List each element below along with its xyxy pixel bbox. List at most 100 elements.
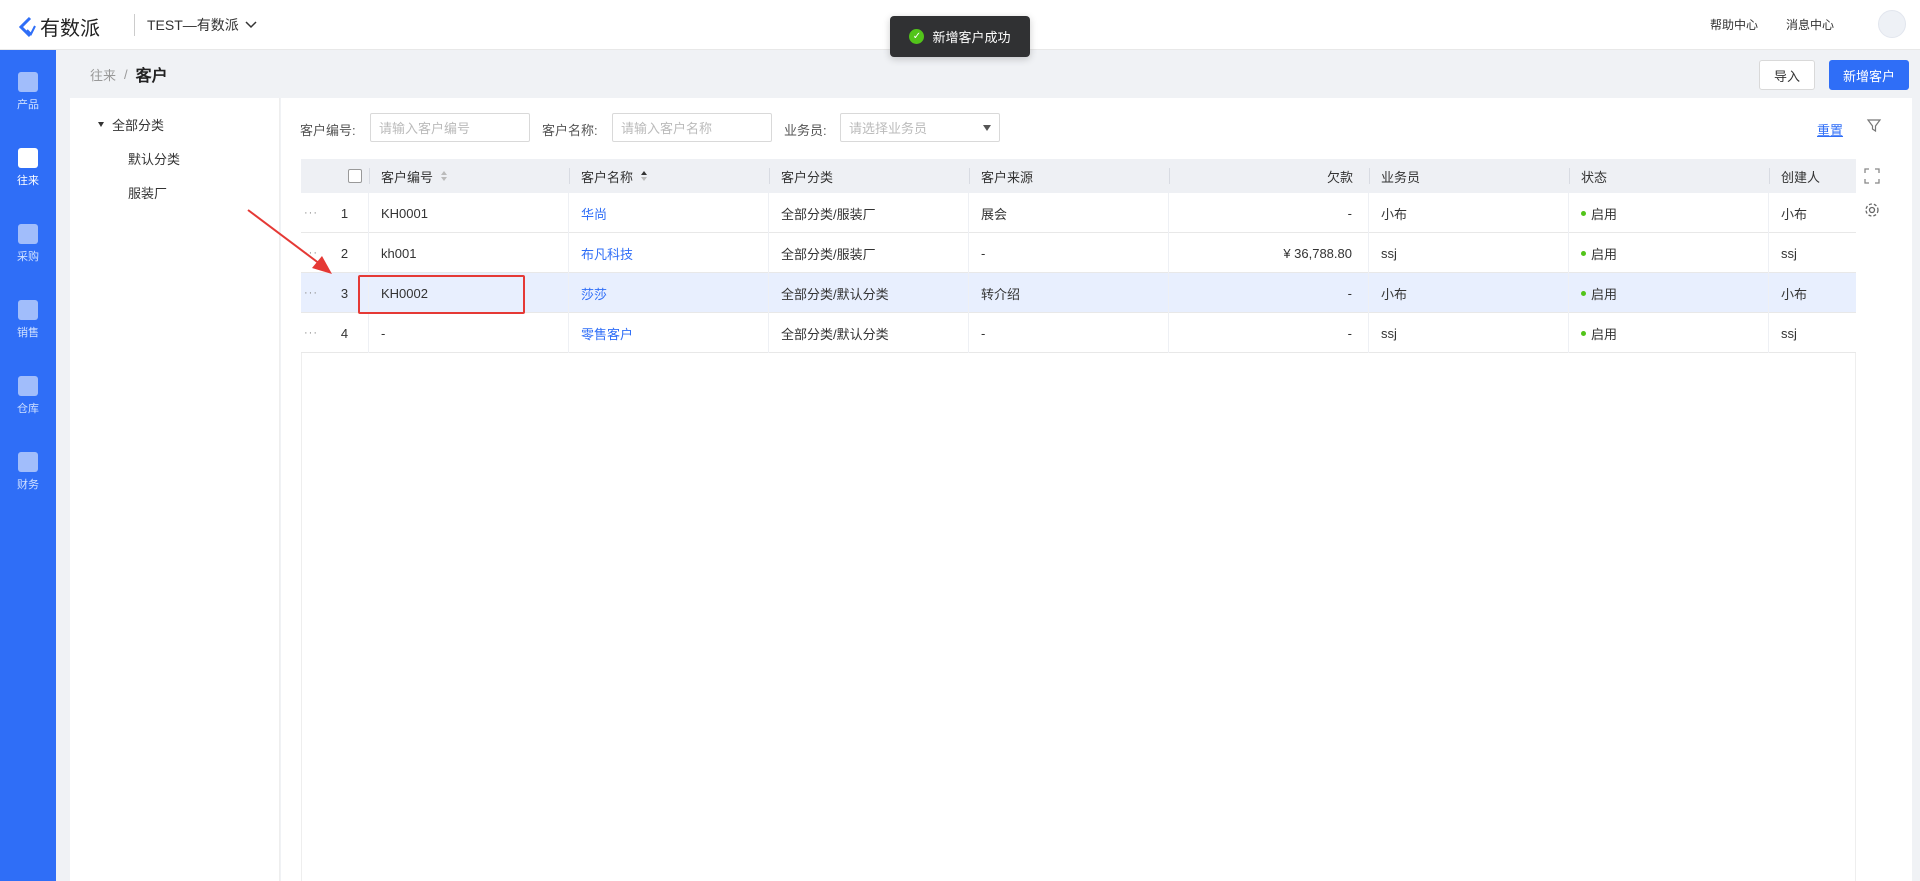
customer-code-input[interactable]: 请输入客户编号 <box>370 113 530 142</box>
table-row-selected[interactable]: ··· 3 KH0002 莎莎 全部分类/默认分类 转介绍 - 小布 启用 小布 <box>301 273 1856 313</box>
cell-category: 全部分类/默认分类 <box>769 313 969 353</box>
sidebar-item-contacts[interactable]: 往来 <box>0 138 56 198</box>
tree-node-default[interactable]: 默认分类 <box>128 149 180 168</box>
header-customer-name[interactable]: 客户名称 <box>569 159 769 193</box>
cell-creator: 小布 <box>1781 206 1808 222</box>
customer-name-link[interactable]: 零售客户 <box>569 313 769 353</box>
product-icon <box>18 72 38 92</box>
row-more-icon[interactable]: ··· <box>301 313 321 353</box>
status-dot <box>1581 210 1586 216</box>
cell-debt: - <box>1169 273 1369 313</box>
customer-name-link[interactable]: 华尚 <box>569 193 769 233</box>
page-title: 客户 <box>135 68 168 85</box>
tree-node-label: 全部分类 <box>112 118 165 133</box>
table-row[interactable]: ··· 1 KH0001 华尚 全部分类/服装厂 展会 - 小布 启用 小布 <box>301 193 1856 233</box>
app-logo[interactable]: 有数派 <box>18 12 100 41</box>
header-label: 客户编号 <box>381 169 434 185</box>
tree-node-all[interactable]: 全部分类 <box>98 115 164 134</box>
select-all-checkbox[interactable] <box>348 169 362 183</box>
select-all-checkbox-cell <box>341 159 369 193</box>
filter-settings-icon[interactable] <box>1866 118 1882 134</box>
header-debt: 欠款 <box>1169 159 1369 193</box>
code-filter-label: 客户编号: <box>300 123 356 138</box>
sidebar-item-label: 产品 <box>17 99 39 111</box>
sidebar-item-warehouse[interactable]: 仓库 <box>0 366 56 426</box>
sidebar-item-product[interactable]: 产品 <box>0 62 56 122</box>
sidebar-item-label: 财务 <box>17 479 39 491</box>
cell-status: 启用 <box>1569 273 1769 313</box>
cell-category: 全部分类/服装厂 <box>769 193 969 233</box>
header-label: 客户分类 <box>781 169 834 185</box>
finance-icon <box>18 452 38 472</box>
header-customer-code[interactable]: 客户编号 <box>369 159 569 193</box>
tenant-switcher[interactable]: TEST—有数派 <box>134 14 257 36</box>
cell-status: 启用 <box>1569 313 1769 353</box>
success-toast: ✓ 新增客户成功 <box>890 16 1030 57</box>
sidebar-item-finance[interactable]: 财务 <box>0 442 56 502</box>
status-badge: 启用 <box>1591 286 1618 302</box>
table-row[interactable]: ··· 4 - 零售客户 全部分类/默认分类 - - ssj 启用 ssj <box>301 313 1856 353</box>
header-label: 客户来源 <box>981 169 1034 185</box>
cell-status: 启用 <box>1569 233 1769 273</box>
cell-source: - <box>969 233 1169 273</box>
avatar[interactable] <box>1878 10 1906 38</box>
status-badge: 启用 <box>1591 246 1618 262</box>
sidebar-item-label: 仓库 <box>17 403 39 415</box>
name-filter-label: 客户名称: <box>542 123 598 138</box>
cell-source: - <box>969 313 1169 353</box>
tree-node-label: 服装厂 <box>128 186 168 201</box>
header-customer-category: 客户分类 <box>769 159 969 193</box>
salesman-select[interactable]: 请选择业务员 <box>840 113 1000 142</box>
tenant-name: TEST—有数派 <box>147 17 239 33</box>
sidebar-item-sales[interactable]: 销售 <box>0 290 56 350</box>
tree-node-label: 默认分类 <box>128 152 181 167</box>
sidebar-item-purchase[interactable]: 采购 <box>0 214 56 274</box>
status-dot <box>1581 290 1586 296</box>
import-button[interactable]: 导入 <box>1759 60 1815 90</box>
purchase-icon <box>18 224 38 244</box>
cell-salesman: ssj <box>1369 233 1569 273</box>
salesman-filter-label: 业务员: <box>784 123 827 138</box>
breadcrumb-separator: / <box>124 66 128 82</box>
table-row[interactable]: ··· 2 kh001 布凡科技 全部分类/服装厂 - ¥ 36,788.80 … <box>301 233 1856 273</box>
salesman-select-placeholder: 请选择业务员 <box>849 121 928 136</box>
cell-customer-code: kh001 <box>369 233 569 273</box>
status-badge: 启用 <box>1591 206 1618 222</box>
cell-category: 全部分类/服装厂 <box>769 233 969 273</box>
cell-source: 展会 <box>969 193 1169 233</box>
fullscreen-icon[interactable] <box>1864 168 1880 184</box>
cell-status: 启用 <box>1569 193 1769 233</box>
customer-name-link[interactable]: 布凡科技 <box>569 233 769 273</box>
cell-salesman: ssj <box>1369 313 1569 353</box>
table-empty-area <box>301 353 1856 881</box>
reset-link[interactable]: 重置 <box>1817 120 1843 139</box>
annotation-arrow-icon <box>247 209 332 274</box>
breadcrumb-parent[interactable]: 往来 <box>90 65 116 84</box>
sidebar-item-label: 采购 <box>17 251 39 263</box>
header-customer-source: 客户来源 <box>969 159 1169 193</box>
breadcrumb: 往来 / 客户 <box>90 62 168 86</box>
status-badge: 启用 <box>1591 326 1618 342</box>
header-status: 状态 <box>1569 159 1769 193</box>
header-label: 客户名称 <box>581 169 634 185</box>
cell-salesman: 小布 <box>1369 193 1569 233</box>
status-dot <box>1581 330 1586 336</box>
tree-node-garment-factory[interactable]: 服装厂 <box>128 183 167 202</box>
cell-creator: ssj <box>1781 325 1797 341</box>
help-center-link[interactable]: 帮助中心 <box>1710 16 1758 33</box>
customer-name-input[interactable]: 请输入客户名称 <box>612 113 772 142</box>
cell-debt: ¥ 36,788.80 <box>1169 233 1369 273</box>
sort-ascending-icon[interactable] <box>641 171 648 181</box>
message-center-link[interactable]: 消息中心 <box>1786 16 1834 33</box>
add-customer-button[interactable]: 新增客户 <box>1829 60 1909 90</box>
warehouse-icon <box>18 376 38 396</box>
table-header: 客户编号 客户名称 客户分类 客户来源 欠款 业务员 状态 创建人 <box>301 159 1856 193</box>
cell-creator: ssj <box>1781 245 1797 261</box>
cell-source: 转介绍 <box>969 273 1169 313</box>
sort-icon[interactable] <box>441 171 448 181</box>
sidebar: 产品 往来 采购 销售 仓库 财务 <box>0 50 56 881</box>
header-salesman: 业务员 <box>1369 159 1569 193</box>
customer-name-link[interactable]: 莎莎 <box>569 273 769 313</box>
chevron-down-icon <box>245 21 257 29</box>
gear-icon[interactable] <box>1864 202 1880 218</box>
